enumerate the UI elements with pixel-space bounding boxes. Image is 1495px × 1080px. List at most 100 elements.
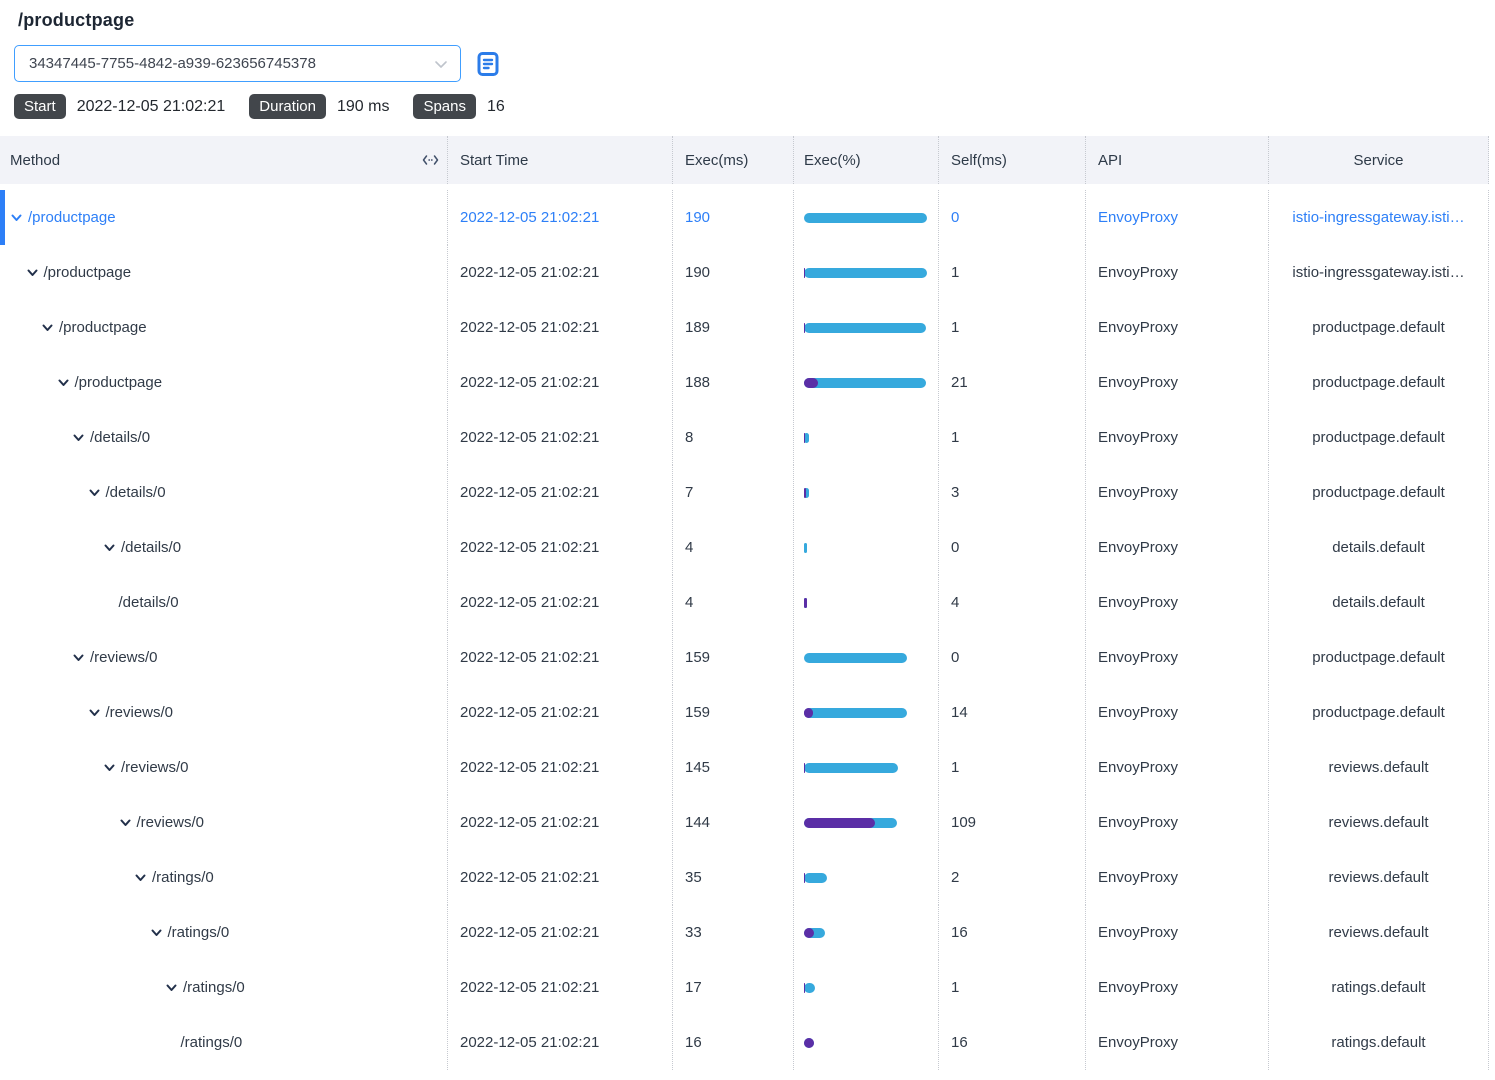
span-exec-ms: 159 [672,685,793,740]
span-start-time: 2022-12-05 21:02:21 [447,190,672,245]
start-badge: Start [14,94,66,119]
span-exec-pct-cell [793,1015,938,1070]
tree-chevron-down-icon[interactable] [103,541,116,554]
exec-percent-bar [804,873,827,883]
span-start-time: 2022-12-05 21:02:21 [447,355,672,410]
span-start-time: 2022-12-05 21:02:21 [447,850,672,905]
trace-id-value: 34347445-7755-4842-a939-623656745378 [29,55,316,72]
clipboard-icon [475,50,501,78]
span-exec-pct-cell [793,465,938,520]
span-service: productpage.default [1268,410,1489,465]
self-time-bar [804,983,805,993]
column-header-api: API [1085,136,1268,184]
span-api: EnvoyProxy [1085,905,1268,960]
span-row[interactable]: /ratings/0 2022-12-05 21:02:21 35 2 Envo… [0,850,1489,905]
span-exec-ms: 7 [672,465,793,520]
tree-chevron-down-icon[interactable] [103,761,116,774]
span-service: reviews.default [1268,740,1489,795]
span-exec-ms: 159 [672,630,793,685]
self-time-bar [804,763,805,773]
span-row[interactable]: /reviews/0 2022-12-05 21:02:21 159 0 Env… [0,630,1489,685]
self-time-bar [804,433,805,443]
span-self-ms: 16 [938,1015,1085,1070]
exec-percent-bar [804,378,926,388]
span-exec-ms: 33 [672,905,793,960]
span-exec-ms: 145 [672,740,793,795]
span-method: /reviews/0 [121,759,189,776]
span-api: EnvoyProxy [1085,960,1268,1015]
trace-header: /productpage 34347445-7755-4842-a939-623… [0,0,1495,119]
span-row[interactable]: /details/0 2022-12-05 21:02:21 7 3 Envoy… [0,465,1489,520]
tree-chevron-down-icon[interactable] [72,431,85,444]
span-api: EnvoyProxy [1085,740,1268,795]
span-row[interactable]: /reviews/0 2022-12-05 21:02:21 145 1 Env… [0,740,1489,795]
chevron-down-icon[interactable] [434,57,448,71]
span-exec-ms: 16 [672,1015,793,1070]
self-time-bar [804,378,818,388]
span-method: /reviews/0 [90,649,158,666]
span-row[interactable]: /productpage 2022-12-05 21:02:21 188 21 … [0,355,1489,410]
self-time-bar [804,323,805,333]
exec-percent-bar [804,598,807,608]
span-exec-pct-cell [793,795,938,850]
exec-percent-bar [804,653,907,663]
self-time-bar [804,488,806,498]
span-start-time: 2022-12-05 21:02:21 [447,410,672,465]
span-row[interactable]: /details/0 2022-12-05 21:02:21 8 1 Envoy… [0,410,1489,465]
span-service: reviews.default [1268,905,1489,960]
span-row[interactable]: /ratings/0 2022-12-05 21:02:21 33 16 Env… [0,905,1489,960]
column-header-service: Service [1268,136,1489,184]
copy-trace-id-button[interactable] [473,49,503,79]
tree-chevron-down-icon[interactable] [150,926,163,939]
span-row[interactable]: /details/0 2022-12-05 21:02:21 4 0 Envoy… [0,520,1489,575]
exec-percent-bar [804,543,807,553]
span-method: /productpage [44,264,132,281]
span-service: istio-ingressgateway.isti… [1268,190,1489,245]
span-exec-pct-cell [793,685,938,740]
exec-percent-bar [804,763,898,773]
span-method: /details/0 [121,539,181,556]
self-time-bar [804,268,805,278]
span-row[interactable]: /reviews/0 2022-12-05 21:02:21 159 14 En… [0,685,1489,740]
span-exec-pct-cell [793,520,938,575]
span-method: /productpage [28,209,116,226]
tree-chevron-down-icon[interactable] [72,651,85,664]
span-start-time: 2022-12-05 21:02:21 [447,685,672,740]
tree-chevron-down-icon[interactable] [134,871,147,884]
span-self-ms: 0 [938,190,1085,245]
page-title: /productpage [18,10,1495,31]
span-row[interactable]: /reviews/0 2022-12-05 21:02:21 144 109 E… [0,795,1489,850]
tree-chevron-down-icon[interactable] [119,816,132,829]
tree-chevron-down-icon[interactable] [41,321,54,334]
tree-chevron-down-icon[interactable] [88,706,101,719]
span-exec-ms: 190 [672,245,793,300]
span-api: EnvoyProxy [1085,575,1268,630]
exec-percent-bar [804,433,809,443]
span-service: ratings.default [1268,960,1489,1015]
span-self-ms: 0 [938,520,1085,575]
column-header-exec-ms: Exec(ms) [672,136,793,184]
span-row[interactable]: /productpage 2022-12-05 21:02:21 189 1 E… [0,300,1489,355]
tree-chevron-down-icon[interactable] [88,486,101,499]
duration-value: 190 ms [337,98,389,116]
span-api: EnvoyProxy [1085,410,1268,465]
span-exec-pct-cell [793,300,938,355]
span-row[interactable]: /details/0 2022-12-05 21:02:21 4 4 Envoy… [0,575,1489,630]
span-row[interactable]: /productpage 2022-12-05 21:02:21 190 1 E… [0,245,1489,300]
tree-chevron-down-icon[interactable] [57,376,70,389]
span-row[interactable]: /ratings/0 2022-12-05 21:02:21 17 1 Envo… [0,960,1489,1015]
span-method: /details/0 [106,484,166,501]
span-self-ms: 109 [938,795,1085,850]
span-self-ms: 3 [938,465,1085,520]
trace-id-select[interactable]: 34347445-7755-4842-a939-623656745378 [14,45,461,82]
span-exec-ms: 17 [672,960,793,1015]
span-row[interactable]: /productpage 2022-12-05 21:02:21 190 0 E… [0,190,1489,245]
span-row[interactable]: /ratings/0 2022-12-05 21:02:21 16 16 Env… [0,1015,1489,1070]
span-exec-pct-cell [793,740,938,795]
span-api: EnvoyProxy [1085,685,1268,740]
tree-chevron-down-icon[interactable] [165,981,178,994]
tree-chevron-down-icon[interactable] [10,211,23,224]
tree-chevron-down-icon[interactable] [26,266,39,279]
span-exec-pct-cell [793,850,938,905]
column-resize-icon[interactable] [422,154,439,166]
